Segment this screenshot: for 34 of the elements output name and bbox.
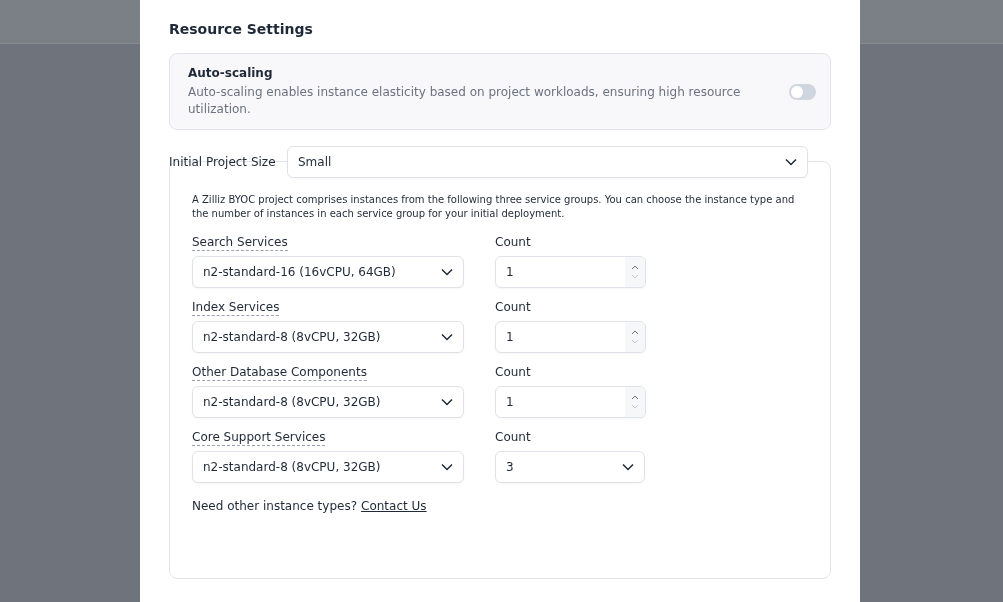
count-input[interactable]: 1 xyxy=(495,386,646,418)
service-label: Search Services xyxy=(192,235,288,251)
service-label: Other Database Components xyxy=(192,365,367,381)
service-label: Core Support Services xyxy=(192,430,326,446)
chevron-down-icon xyxy=(441,398,453,406)
stepper-icon[interactable] xyxy=(625,257,645,287)
count-select[interactable]: 3 xyxy=(495,451,645,483)
section-title: Resource Settings xyxy=(169,21,314,37)
count-label: Count xyxy=(495,430,531,444)
project-size-label: Initial Project Size xyxy=(169,155,277,169)
contact-link[interactable]: Contact Us xyxy=(361,499,427,513)
instance-type-select[interactable]: n2-standard-8 (8vCPU, 32GB) xyxy=(192,451,464,483)
project-size-select[interactable]: Small xyxy=(287,146,808,178)
stepper-icon[interactable] xyxy=(625,322,645,352)
instance-type-select[interactable]: n2-standard-8 (8vCPU, 32GB) xyxy=(192,321,464,353)
chevron-down-icon xyxy=(622,463,634,471)
instance-type-select[interactable]: n2-standard-16 (16vCPU, 64GB) xyxy=(192,256,464,288)
auto-scaling-description: Auto-scaling enables instance elasticity based on project workloads, ensuring high resource utilization. xyxy=(188,84,742,118)
count-label: Count xyxy=(495,365,531,379)
stepper-icon[interactable] xyxy=(625,387,645,417)
auto-scaling-toggle[interactable] xyxy=(789,84,816,100)
chevron-down-icon xyxy=(785,158,797,166)
count-label: Count xyxy=(495,300,531,314)
chevron-down-icon xyxy=(441,333,453,341)
intro-text: A Zilliz BYOC project comprises instances from the following three service groups. You can choose the instance type and the number of instances in each service group for your initial deployment. xyxy=(192,193,796,221)
footer-text: Need other instance types? xyxy=(192,499,358,513)
chevron-down-icon xyxy=(441,463,453,471)
count-input[interactable]: 1 xyxy=(495,256,646,288)
chevron-down-icon xyxy=(441,268,453,276)
service-label: Index Services xyxy=(192,300,280,316)
count-input[interactable]: 1 xyxy=(495,321,646,353)
auto-scaling-title: Auto-scaling xyxy=(188,66,274,80)
count-label: Count xyxy=(495,235,531,249)
instance-type-select[interactable]: n2-standard-8 (8vCPU, 32GB) xyxy=(192,386,464,418)
